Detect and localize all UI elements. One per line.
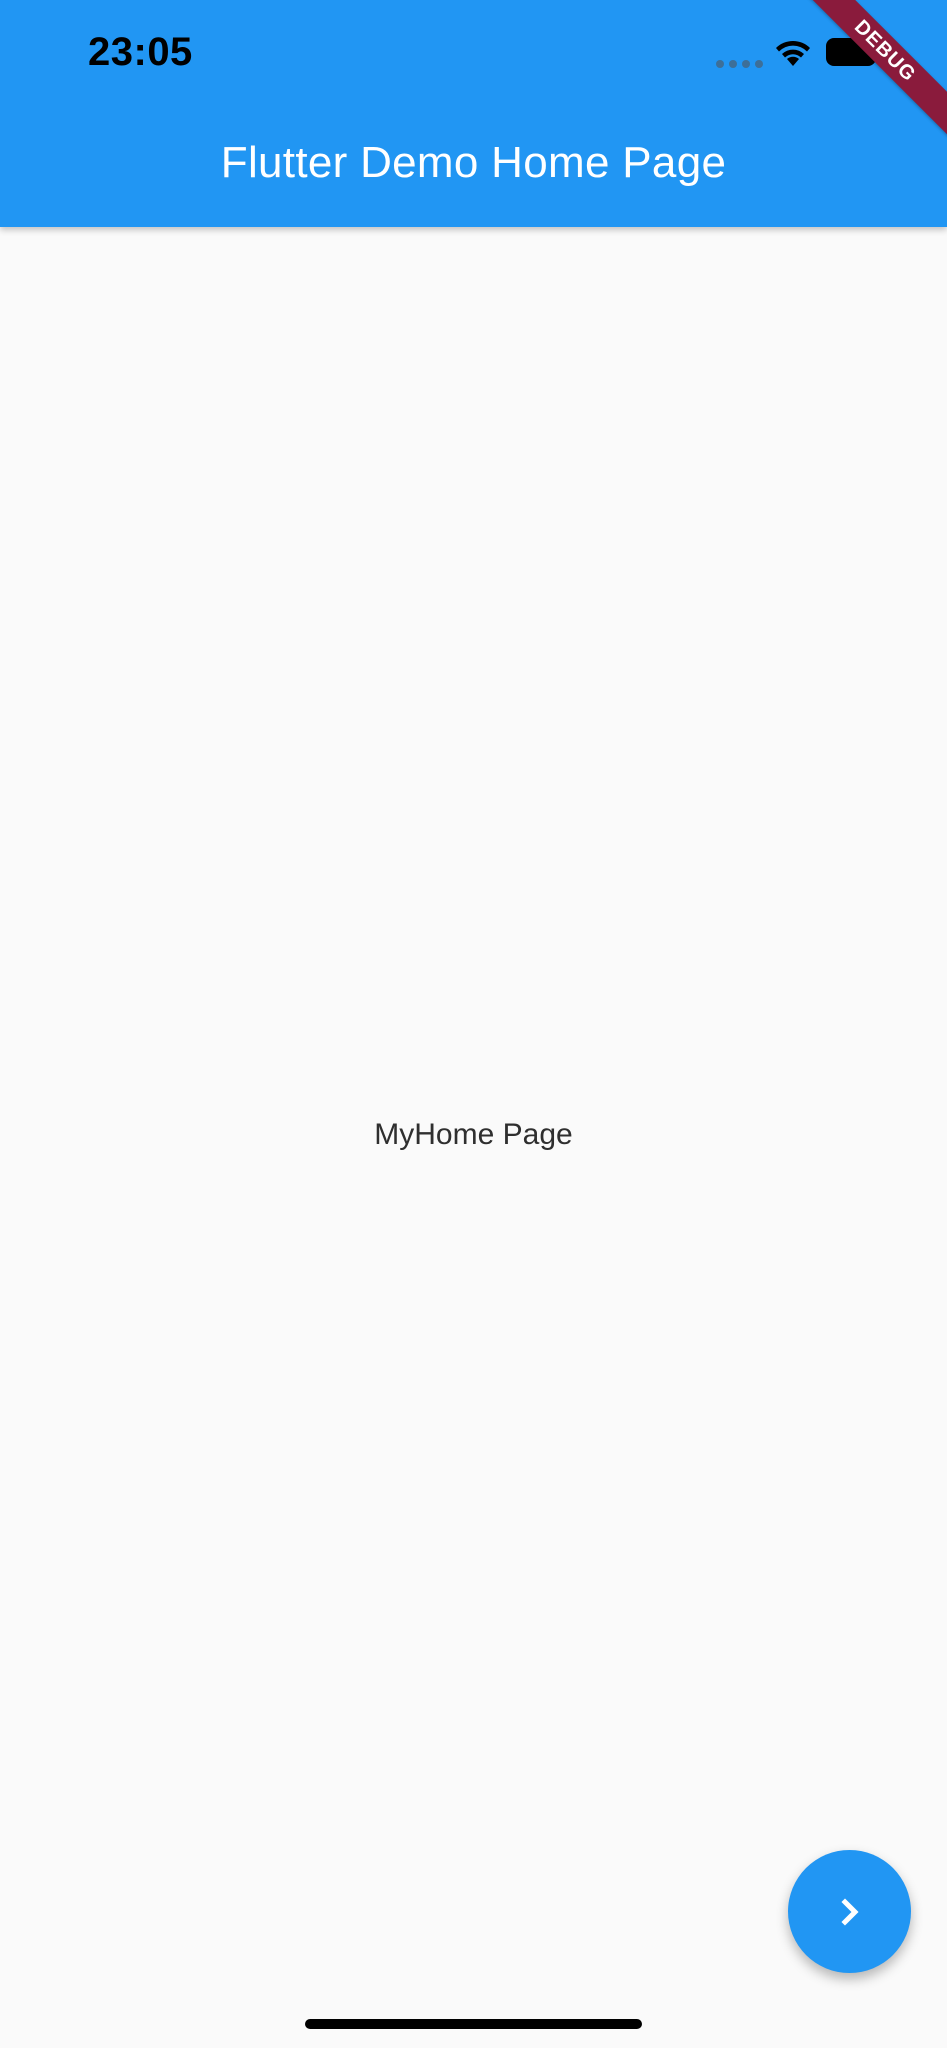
wifi-icon bbox=[774, 38, 812, 68]
app-bar: 23:05 Flutter Demo Home Page bbox=[0, 0, 947, 227]
battery-icon bbox=[826, 38, 882, 68]
page-title: Flutter Demo Home Page bbox=[220, 138, 727, 187]
next-page-fab-button[interactable] bbox=[788, 1850, 911, 1973]
home-indicator[interactable] bbox=[305, 2019, 642, 2029]
cellular-signal-icon bbox=[716, 60, 764, 68]
status-bar-time: 23:05 bbox=[88, 30, 193, 74]
chevron-right-icon bbox=[840, 1897, 859, 1926]
home-page-text: MyHome Page bbox=[374, 1118, 573, 1151]
